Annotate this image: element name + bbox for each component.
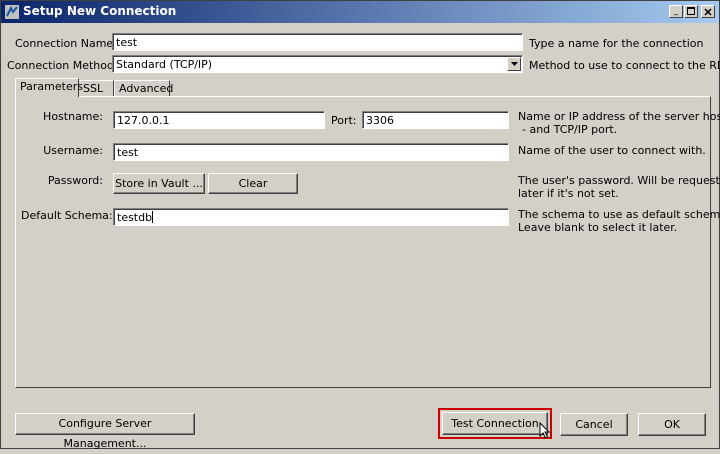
window-title: Setup New Connection: [23, 4, 177, 18]
password-help-1: The user's password. Will be requested: [518, 174, 720, 187]
tab-advanced[interactable]: Advanced: [114, 80, 173, 96]
hostname-label: Hostname:: [43, 110, 103, 123]
password-label: Password:: [47, 174, 103, 187]
mouse-cursor-icon: [539, 422, 551, 439]
connection-method-select[interactable]: Standard (TCP/IP): [112, 55, 523, 73]
port-input[interactable]: 3306: [362, 111, 509, 129]
default-schema-input[interactable]: testdb: [113, 208, 509, 226]
maximize-icon: [687, 7, 695, 15]
port-label: Port:: [331, 114, 357, 127]
default-schema-label: Default Schema:: [21, 209, 113, 222]
configure-server-management-button[interactable]: Configure Server Management...: [15, 413, 195, 450]
connection-method-value: Standard (TCP/IP): [116, 58, 213, 71]
ok-button[interactable]: OK: [638, 413, 706, 436]
parameters-panel: [15, 96, 711, 388]
connection-name-help: Type a name for the connection: [529, 37, 704, 50]
title-bar[interactable]: Setup New Connection _: [1, 1, 719, 23]
default-schema-value: testdb: [117, 211, 153, 224]
connection-method-help: Method to use to connect to the RDBMS: [529, 59, 720, 72]
close-button[interactable]: [701, 5, 715, 18]
chevron-down-icon[interactable]: [507, 57, 521, 71]
connection-name-label: Connection Name:: [15, 37, 117, 50]
default-schema-help-2: Leave blank to select it later.: [518, 221, 678, 234]
test-connection-button[interactable]: Test Connection: [442, 412, 548, 435]
default-schema-help-1: The schema to use as default schema.: [518, 208, 720, 221]
hostname-input[interactable]: 127.0.0.1: [113, 111, 325, 129]
connection-name-input[interactable]: test: [112, 33, 523, 51]
close-icon: [704, 8, 712, 16]
username-label: Username:: [43, 144, 103, 157]
hostname-help-2: - and TCP/IP port.: [522, 123, 618, 136]
cancel-button[interactable]: Cancel: [560, 413, 628, 436]
minimize-button[interactable]: _: [669, 5, 683, 18]
tab-ssl[interactable]: SSL: [78, 80, 114, 96]
username-help: Name of the user to connect with.: [518, 144, 706, 157]
clear-button[interactable]: Clear: [208, 173, 298, 194]
username-input[interactable]: test: [113, 143, 509, 161]
hostname-help-1: Name or IP address of the server host.: [518, 110, 720, 123]
app-icon: [5, 5, 19, 19]
maximize-button[interactable]: [684, 5, 698, 18]
store-in-vault-button[interactable]: Store in Vault ...: [113, 173, 205, 194]
setup-connection-window: Setup New Connection _ Connection Name: …: [0, 0, 720, 450]
tab-parameters[interactable]: Parameters: [15, 78, 83, 97]
text-caret: [152, 211, 154, 223]
connection-method-label: Connection Method:: [7, 59, 118, 72]
password-help-2: later if it's not set.: [518, 187, 619, 200]
